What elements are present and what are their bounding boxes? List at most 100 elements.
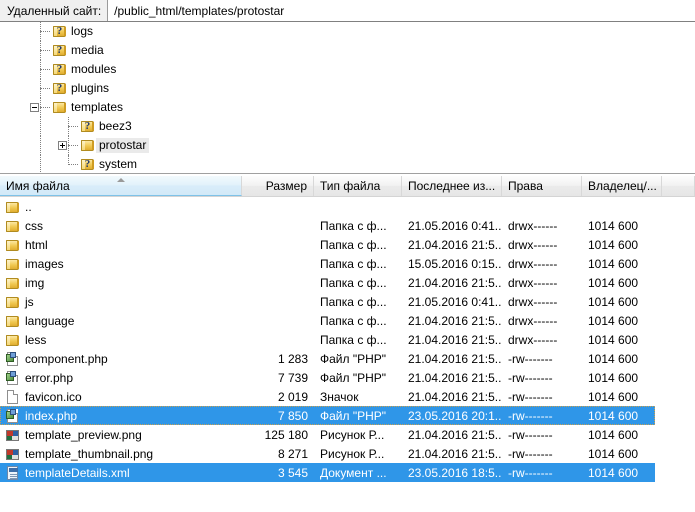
png-file-icon bbox=[5, 446, 21, 462]
cell-mtime: 23.05.2016 20:1... bbox=[408, 408, 502, 423]
folder-icon bbox=[80, 137, 96, 153]
tree-item-label: templates bbox=[71, 99, 124, 114]
cell-size: 7 850 bbox=[277, 408, 308, 423]
folder-icon bbox=[5, 199, 21, 215]
cell-type: Файл "PHP" bbox=[320, 370, 387, 385]
remote-path-input[interactable]: /public_html/templates/protostar bbox=[108, 0, 695, 21]
tree-collapse-icon[interactable] bbox=[30, 103, 39, 112]
column-header-mtime[interactable]: Последнее из... bbox=[402, 176, 502, 196]
remote-directory-tree[interactable]: ? logs? media? modules? plugins templates? bee… bbox=[0, 22, 695, 174]
cell-name: favicon.ico bbox=[0, 389, 242, 405]
cell-size: 3 545 bbox=[277, 465, 308, 480]
php-file-icon bbox=[5, 370, 21, 386]
folder-icon bbox=[5, 275, 21, 291]
cell-name: template_preview.png bbox=[0, 427, 242, 443]
cell-owner: 1014 600 bbox=[588, 465, 639, 480]
cell-owner: 1014 600 bbox=[588, 332, 639, 347]
file-name-label: templateDetails.xml bbox=[25, 465, 130, 480]
cell-mtime: 21.04.2016 21:5... bbox=[408, 351, 502, 366]
cell-mtime: 15.05.2016 0:15... bbox=[408, 256, 502, 271]
remote-file-list[interactable]: Имя файла Размер Тип файла Последнее из... П… bbox=[0, 176, 695, 512]
cell-perms: drwx------ bbox=[508, 237, 558, 252]
cell-type: Папка с ф... bbox=[320, 275, 387, 290]
table-row[interactable]: template_preview.png 125 180 Рисунок Р... 2… bbox=[0, 425, 695, 444]
cell-perms: -rw------- bbox=[508, 427, 553, 442]
tree-item-templates[interactable]: templates bbox=[0, 98, 695, 117]
cell-type: Папка с ф... bbox=[320, 237, 387, 252]
cell-mtime: 23.05.2016 18:5... bbox=[408, 465, 502, 480]
column-header-label: Последнее из... bbox=[408, 179, 496, 193]
file-name-label: js bbox=[25, 294, 34, 309]
file-name-label: images bbox=[25, 256, 64, 271]
tree-item-protostar[interactable]: protostar bbox=[0, 136, 695, 155]
cell-name: component.php bbox=[0, 351, 242, 367]
xml-file-icon bbox=[5, 465, 21, 481]
table-row[interactable]: error.php 7 739 Файл "PHP" 21.04.2016 21:5.… bbox=[0, 368, 695, 387]
cell-owner: 1014 600 bbox=[588, 408, 639, 423]
table-row[interactable]: template_thumbnail.png 8 271 Рисунок Р... 2… bbox=[0, 444, 695, 463]
table-row[interactable]: language Папка с ф... 21.04.2016 21:5... dr… bbox=[0, 311, 695, 330]
tree-item-media[interactable]: ? media bbox=[0, 41, 695, 60]
column-header-owner[interactable]: Владелец/... bbox=[582, 176, 662, 196]
cell-name: error.php bbox=[0, 370, 242, 386]
column-header-label: Права bbox=[508, 179, 543, 193]
tree-item-label: plugins bbox=[71, 80, 110, 95]
folder-icon bbox=[5, 332, 21, 348]
cell-size: 7 739 bbox=[277, 370, 308, 385]
folder-unknown-icon: ? bbox=[80, 156, 96, 172]
tree-expand-icon[interactable] bbox=[58, 141, 67, 150]
table-row[interactable]: component.php 1 283 Файл "PHP" 21.04.2016 2… bbox=[0, 349, 695, 368]
table-row[interactable]: css Папка с ф... 21.05.2016 0:41... drwx---… bbox=[0, 216, 695, 235]
folder-unknown-icon: ? bbox=[80, 118, 96, 134]
blank-file-icon bbox=[5, 389, 21, 405]
cell-name: css bbox=[0, 218, 242, 234]
cell-perms: drwx------ bbox=[508, 313, 558, 328]
file-name-label: img bbox=[25, 275, 45, 290]
column-header-label: Размер bbox=[265, 179, 307, 193]
file-name-label: index.php bbox=[25, 408, 78, 423]
file-name-label: language bbox=[25, 313, 75, 328]
table-row[interactable]: html Папка с ф... 21.04.2016 21:5... drwx--… bbox=[0, 235, 695, 254]
cell-type: Папка с ф... bbox=[320, 332, 387, 347]
cell-perms: -rw------- bbox=[508, 446, 553, 461]
file-name-label: template_thumbnail.png bbox=[25, 446, 154, 461]
table-row[interactable]: .. bbox=[0, 197, 695, 216]
table-row[interactable]: img Папка с ф... 21.04.2016 21:5... drwx---… bbox=[0, 273, 695, 292]
cell-owner: 1014 600 bbox=[588, 218, 639, 233]
cell-perms: -rw------- bbox=[508, 389, 553, 404]
cell-owner: 1014 600 bbox=[588, 256, 639, 271]
column-header-type[interactable]: Тип файла bbox=[314, 176, 402, 196]
cell-owner: 1014 600 bbox=[588, 237, 639, 252]
column-header-name[interactable]: Имя файла bbox=[0, 176, 242, 196]
file-name-label: template_preview.png bbox=[25, 427, 142, 442]
table-row[interactable]: images Папка с ф... 15.05.2016 0:15... drwx… bbox=[0, 254, 695, 273]
table-row[interactable]: less Папка с ф... 21.04.2016 21:5... drwx--… bbox=[0, 330, 695, 349]
column-header-filler bbox=[662, 176, 695, 196]
tree-item-modules[interactable]: ? modules bbox=[0, 60, 695, 79]
cell-mtime: 21.05.2016 0:41... bbox=[408, 294, 502, 309]
table-row[interactable]: js Папка с ф... 21.05.2016 0:41... drwx----… bbox=[0, 292, 695, 311]
table-row[interactable]: templateDetails.xml 3 545 Документ ... 23.0… bbox=[0, 463, 695, 482]
cell-owner: 1014 600 bbox=[588, 370, 639, 385]
folder-unknown-icon: ? bbox=[52, 61, 68, 77]
png-file-icon bbox=[5, 427, 21, 443]
file-list-header[interactable]: Имя файла Размер Тип файла Последнее из... П… bbox=[0, 176, 695, 197]
tree-item-logs[interactable]: ? logs bbox=[0, 22, 695, 41]
tree-item-beez3[interactable]: ? beez3 bbox=[0, 117, 695, 136]
tree-item-label: media bbox=[71, 42, 104, 57]
tree-item-plugins[interactable]: ? plugins bbox=[0, 79, 695, 98]
tree-item-system[interactable]: ? system bbox=[0, 155, 695, 173]
folder-icon bbox=[5, 313, 21, 329]
table-row[interactable]: favicon.ico 2 019 Значок 21.04.2016 21:5...… bbox=[0, 387, 695, 406]
cell-mtime: 21.04.2016 21:5... bbox=[408, 370, 502, 385]
cell-owner: 1014 600 bbox=[588, 389, 639, 404]
cell-name: index.php bbox=[0, 408, 242, 424]
cell-perms: -rw------- bbox=[508, 465, 553, 480]
column-header-size[interactable]: Размер bbox=[242, 176, 314, 196]
file-list-rows[interactable]: .. css Папка с ф... 21.05.2016 0:41... drwx-… bbox=[0, 197, 695, 482]
cell-type: Папка с ф... bbox=[320, 218, 387, 233]
column-header-perms[interactable]: Права bbox=[502, 176, 582, 196]
column-header-label: Имя файла bbox=[6, 178, 70, 193]
table-row[interactable]: index.php 7 850 Файл "PHP" 23.05.2016 20:1.… bbox=[0, 406, 695, 425]
tree-item-label: system bbox=[99, 156, 138, 171]
